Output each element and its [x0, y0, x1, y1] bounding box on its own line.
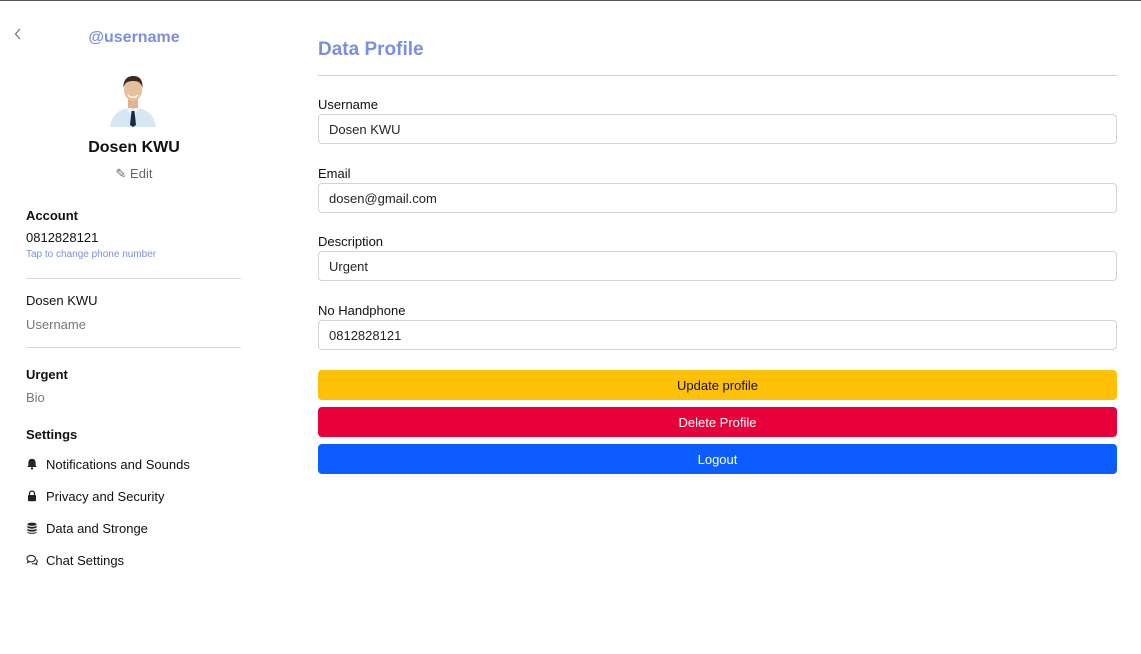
menu-item-label: Notifications and Sounds — [46, 456, 190, 472]
settings-title-wrap: Settings — [26, 427, 241, 442]
username-handle: @username — [88, 29, 180, 46]
delete-profile-button[interactable]: Delete Profile — [318, 407, 1117, 437]
menu-item-data-storage[interactable]: Data and Stronge — [26, 518, 241, 538]
account-phone: 0812828121 — [26, 230, 99, 245]
menu-item-label: Chat Settings — [46, 552, 125, 568]
profile-name: Dosen KWU — [88, 139, 180, 156]
menu-item-notifications[interactable]: Notifications and Sounds — [26, 454, 241, 474]
database-icon — [27, 522, 37, 534]
title-divider — [318, 75, 1117, 76]
menu-item-label: Data and Stronge — [46, 520, 148, 536]
edit-profile-link[interactable]: ✎ Edit — [0, 166, 268, 182]
username-input[interactable] — [318, 114, 1117, 144]
avatar — [106, 71, 160, 127]
divider — [26, 278, 241, 279]
account-title: Account — [26, 208, 78, 223]
bio-section: Urgent Bio — [26, 367, 241, 405]
settings-title: Settings — [26, 427, 78, 442]
logout-button[interactable]: Logout — [318, 444, 1117, 474]
username-value: Dosen KWU — [26, 293, 98, 308]
phone-input[interactable] — [318, 320, 1117, 350]
chat-icon — [26, 554, 38, 566]
bio-value: Urgent — [26, 367, 68, 382]
username-field-label: Username — [318, 97, 378, 112]
menu-item-label: Privacy and Security — [46, 488, 165, 504]
update-profile-button[interactable]: Update profile — [318, 370, 1117, 400]
username-section: Dosen KWU Username — [26, 293, 241, 332]
description-input[interactable] — [318, 251, 1117, 281]
username-label: Username — [26, 317, 86, 332]
bio-label: Bio — [26, 390, 45, 405]
account-section: Account 0812828121 Tap to change phone n… — [26, 208, 241, 260]
description-field-label: Description — [318, 234, 384, 249]
bell-icon — [27, 458, 37, 470]
phone-field-label: No Handphone — [318, 303, 406, 318]
menu-item-privacy[interactable]: Privacy and Security — [26, 486, 241, 506]
profile-sidebar: @username Dosen KWU ✎ Edit Account 08128… — [0, 1, 268, 654]
change-phone-link[interactable]: Tap to change phone number — [26, 249, 241, 260]
email-input[interactable] — [318, 183, 1117, 213]
page-title: Data Profile — [318, 39, 424, 60]
divider — [26, 347, 241, 348]
menu-item-chat-settings[interactable]: Chat Settings — [26, 550, 241, 570]
lock-icon — [28, 490, 36, 502]
email-field-label: Email — [318, 166, 351, 181]
